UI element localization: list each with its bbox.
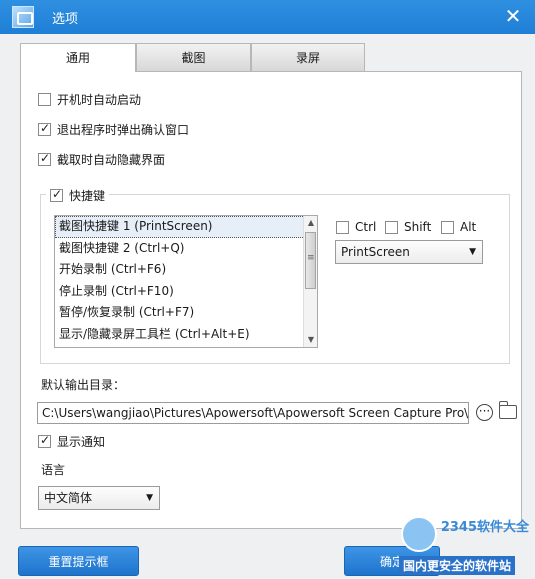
startup-label: 开机时自动启动 — [57, 92, 142, 107]
show-notify-label: 显示通知 — [57, 434, 106, 449]
chevron-down-icon: ▼ — [146, 493, 153, 503]
more-options-icon[interactable]: ··· — [476, 404, 493, 421]
folder-icon[interactable] — [499, 401, 517, 419]
exit-confirm-option[interactable]: 退出程序时弹出确认窗口 — [38, 120, 189, 138]
chevron-down-icon: ▼ — [469, 247, 476, 257]
close-button[interactable]: ✕ — [501, 4, 525, 28]
alt-checkbox[interactable] — [441, 220, 454, 234]
shift-option[interactable]: Shift — [385, 220, 431, 234]
hotkey-key-value: PrintScreen — [341, 245, 410, 259]
startup-checkbox[interactable] — [38, 92, 51, 106]
alt-option[interactable]: Alt — [441, 220, 476, 234]
hotkey-list[interactable]: 截图快捷键 1 (PrintScreen) 截图快捷键 2 (Ctrl+Q) 开… — [54, 215, 318, 348]
auto-hide-label: 截取时自动隐藏界面 — [57, 152, 166, 167]
ctrl-label: Ctrl — [355, 220, 377, 234]
title-bar: 选项 ✕ — [0, 0, 535, 34]
app-icon — [12, 6, 34, 28]
hotkey-key-select[interactable]: PrintScreen ▼ — [335, 240, 483, 264]
language-label: 语言 — [41, 463, 66, 477]
auto-hide-option[interactable]: 截取时自动隐藏界面 — [38, 150, 165, 168]
close-icon: ✕ — [504, 4, 522, 28]
language-select[interactable]: 中文简体 ▼ — [38, 486, 160, 510]
hotkey-label: 快捷键 — [69, 188, 106, 203]
list-item[interactable]: 暂停/恢复录制 (Ctrl+F7) — [55, 302, 317, 324]
tab-general[interactable]: 通用 — [20, 43, 136, 72]
reset-tips-button[interactable]: 重置提示框 — [18, 546, 139, 576]
ctrl-option[interactable]: Ctrl — [336, 220, 376, 234]
tab-record[interactable]: 录屏 — [251, 43, 365, 71]
watermark-tag: 国内更安全的软件站 — [399, 556, 516, 575]
list-item[interactable]: 停止录制 (Ctrl+F10) — [55, 281, 317, 303]
window-title: 选项 — [52, 12, 79, 27]
output-dir-label: 默认输出目录： — [41, 378, 126, 392]
list-scrollbar[interactable]: ▲ ▼ — [303, 216, 317, 347]
output-dir-field[interactable]: C:\Users\wangjiao\Pictures\Apowersoft\Ap… — [37, 402, 469, 424]
exit-confirm-checkbox[interactable] — [38, 121, 51, 136]
shift-checkbox[interactable] — [385, 220, 398, 234]
language-value: 中文简体 — [44, 491, 93, 505]
watermark-brand: 2345软件大全 — [440, 520, 529, 535]
general-panel: 开机时自动启动 退出程序时弹出确认窗口 截取时自动隐藏界面 快捷键 截图快捷键 … — [20, 71, 522, 529]
scroll-down-icon[interactable]: ▼ — [304, 333, 317, 347]
site-watermark: 2345软件大全 国内更安全的软件站 — [393, 510, 535, 579]
hotkey-checkbox[interactable] — [50, 187, 63, 202]
options-window: 选项 ✕ 通用 截图 录屏 开机时自动启动 退出程序时弹出确认窗口 截取时自动隐… — [0, 0, 535, 579]
scroll-thumb[interactable] — [305, 232, 316, 289]
ctrl-checkbox[interactable] — [336, 220, 349, 234]
startup-option[interactable]: 开机时自动启动 — [38, 90, 141, 108]
list-item[interactable]: 开始录制 (Ctrl+F6) — [55, 259, 317, 281]
exit-confirm-label: 退出程序时弹出确认窗口 — [57, 122, 190, 137]
auto-hide-checkbox[interactable] — [38, 151, 51, 166]
list-item[interactable]: 显示/隐藏录屏工具栏 (Ctrl+Alt+E) — [55, 324, 317, 346]
tab-screenshot[interactable]: 截图 — [136, 43, 251, 71]
show-notify-checkbox[interactable] — [38, 433, 51, 448]
list-item[interactable]: 截图快捷键 1 (PrintScreen) — [55, 216, 317, 238]
alt-label: Alt — [460, 220, 477, 234]
hotkey-group-title[interactable]: 快捷键 — [46, 187, 110, 203]
shift-label: Shift — [404, 220, 432, 234]
mascot-logo — [401, 516, 437, 552]
scroll-up-icon[interactable]: ▲ — [304, 216, 317, 230]
list-item[interactable]: 截图快捷键 2 (Ctrl+Q) — [55, 238, 317, 260]
show-notify-option[interactable]: 显示通知 — [38, 432, 105, 450]
